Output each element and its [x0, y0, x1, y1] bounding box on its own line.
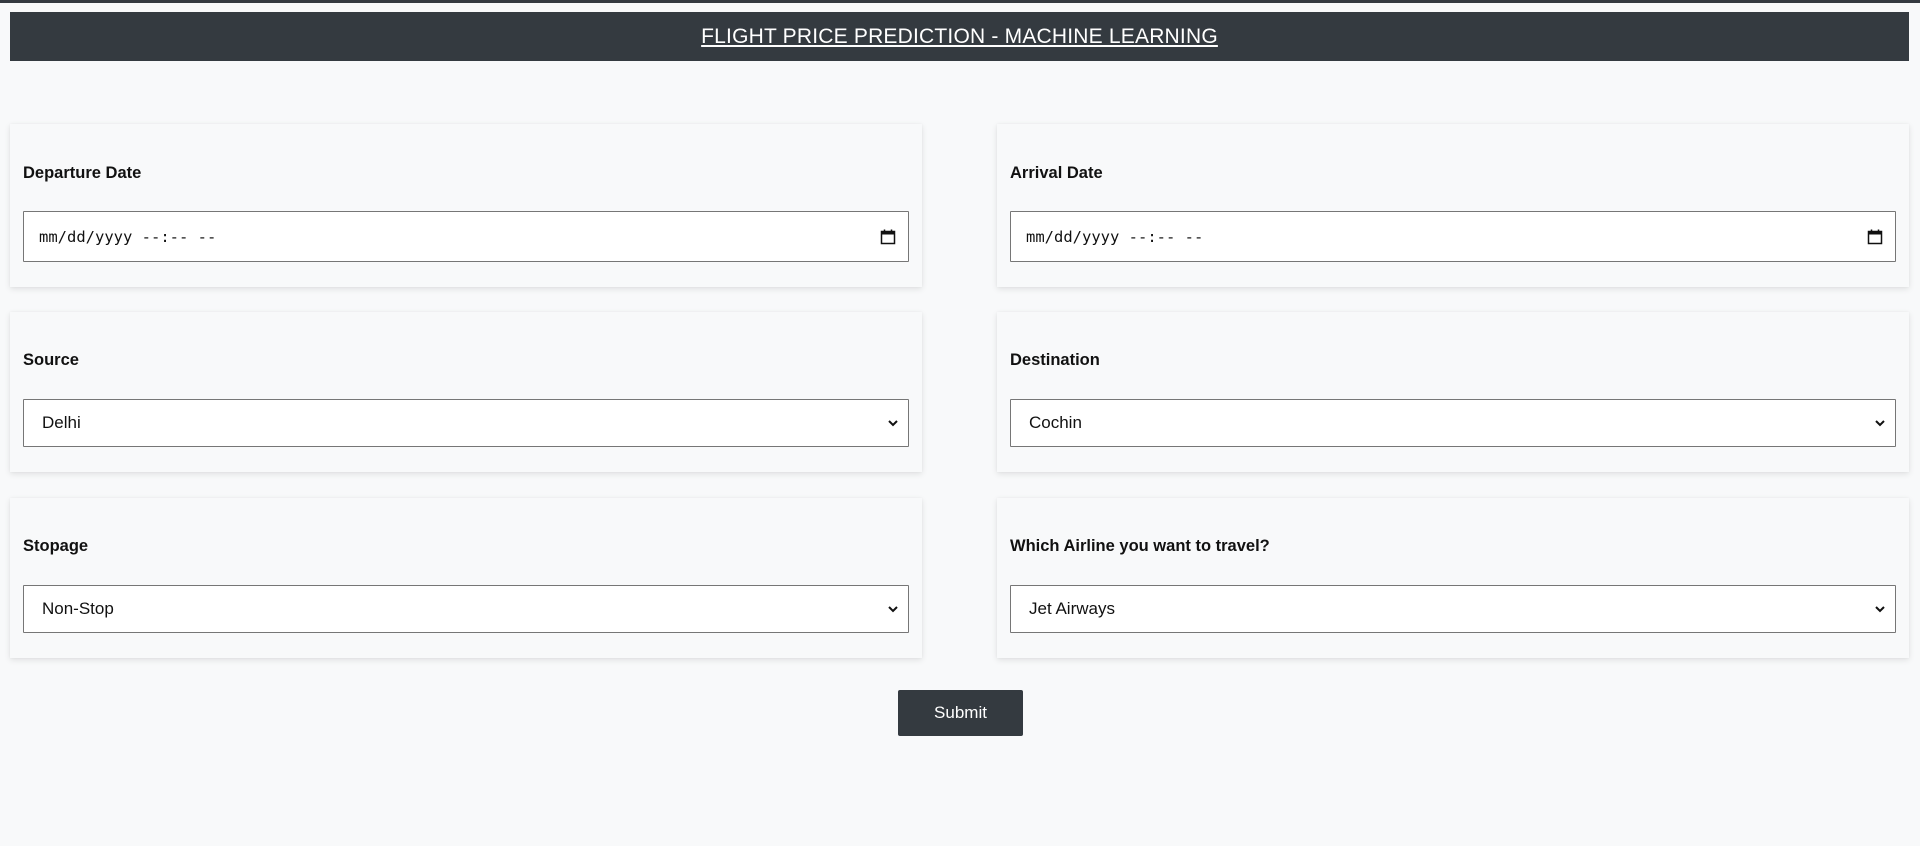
airline-select[interactable]: Jet Airways [1010, 585, 1896, 633]
calendar-icon[interactable] [1867, 229, 1883, 245]
arrival-date-input[interactable]: mm/dd/yyyy --:-- -- [1010, 211, 1896, 262]
arrival-date-value: mm/dd/yyyy --:-- -- [1026, 227, 1204, 246]
departure-date-value: mm/dd/yyyy --:-- -- [39, 227, 217, 246]
source-select[interactable]: Delhi [23, 399, 909, 447]
chevron-down-icon [1875, 420, 1885, 427]
airline-label: Which Airline you want to travel? [1010, 537, 1270, 555]
departure-date-label: Departure Date [23, 164, 142, 182]
source-selected-value: Delhi [42, 413, 81, 432]
source-label: Source [23, 351, 79, 369]
airline-selected-value: Jet Airways [1029, 599, 1115, 618]
stopage-card: Stopage Non-Stop [10, 498, 922, 658]
destination-select[interactable]: Cochin [1010, 399, 1896, 447]
arrival-date-label: Arrival Date [1010, 164, 1103, 182]
stopage-select[interactable]: Non-Stop [23, 585, 909, 633]
calendar-icon[interactable] [880, 229, 896, 245]
stopage-selected-value: Non-Stop [42, 599, 114, 618]
page-title: FLIGHT PRICE PREDICTION - MACHINE LEARNI… [701, 24, 1218, 48]
destination-card: Destination Cochin [997, 312, 1909, 472]
stopage-label: Stopage [23, 537, 89, 555]
airline-card: Which Airline you want to travel? Jet Ai… [997, 498, 1909, 658]
page-header: FLIGHT PRICE PREDICTION - MACHINE LEARNI… [10, 12, 1909, 61]
arrival-date-card: Arrival Date mm/dd/yyyy --:-- -- [997, 124, 1909, 287]
chevron-down-icon [1875, 606, 1885, 613]
destination-label: Destination [1010, 351, 1100, 369]
departure-date-card: Departure Date mm/dd/yyyy --:-- -- [10, 124, 922, 287]
destination-selected-value: Cochin [1029, 413, 1082, 432]
chevron-down-icon [888, 606, 898, 613]
source-card: Source Delhi [10, 312, 922, 472]
departure-date-input[interactable]: mm/dd/yyyy --:-- -- [23, 211, 909, 262]
chevron-down-icon [888, 420, 898, 427]
submit-button[interactable]: Submit [898, 690, 1023, 736]
top-border [0, 0, 1920, 3]
